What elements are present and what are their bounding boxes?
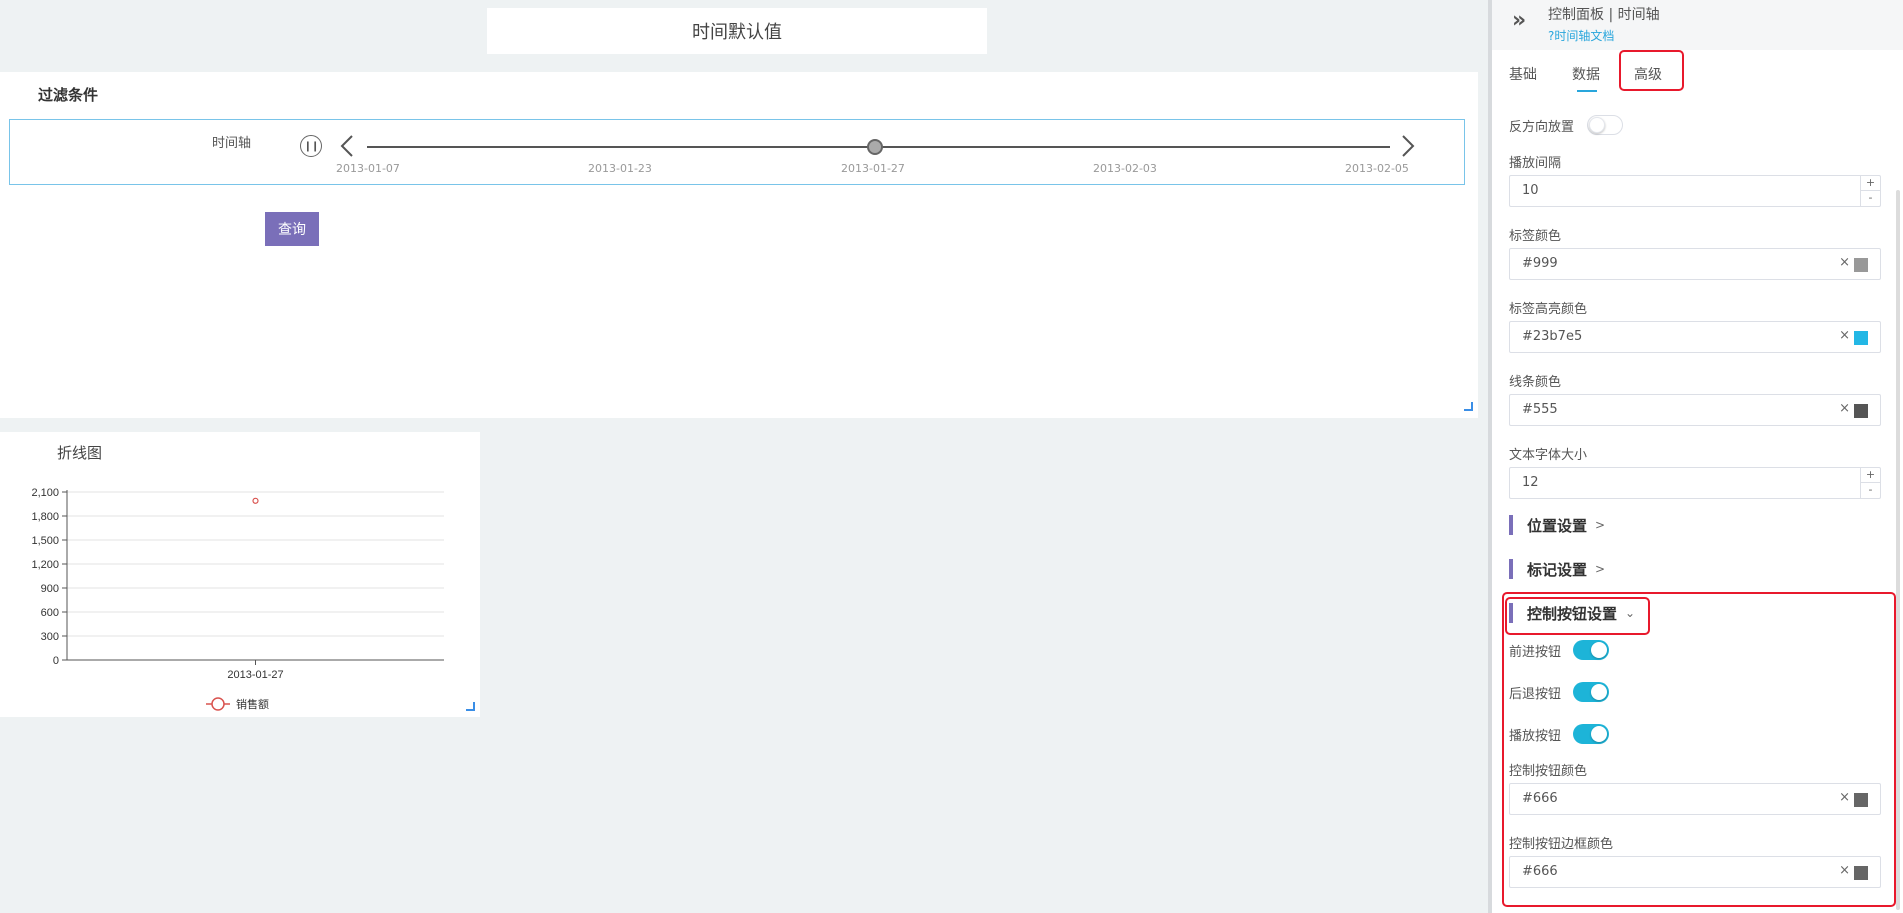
- section-marker[interactable]: 标记设置 >: [1509, 559, 1605, 579]
- section-marker-label: 标记设置: [1527, 560, 1588, 579]
- title-text: 时间默认值: [692, 22, 782, 43]
- y-tick-label: 600: [41, 607, 59, 619]
- scrollbar[interactable]: [1896, 190, 1900, 910]
- decrement-button[interactable]: -: [1861, 191, 1880, 206]
- x-tick-label: 2013-01-27: [227, 669, 283, 681]
- chevron-right-icon: >: [1595, 518, 1606, 532]
- button-border-color-label: 控制按钮边框颜色: [1509, 837, 1614, 852]
- line-color-field[interactable]: #555 ×: [1509, 394, 1881, 426]
- line-color-value: #555: [1522, 402, 1558, 417]
- line-chart: 0 300 600 900 1,200 1,500 1,800 2,100 2013-01-27…: [31, 487, 444, 711]
- timeline-label: 时间轴: [212, 136, 252, 151]
- color-swatch[interactable]: [1854, 404, 1868, 418]
- tab-basic[interactable]: 基础: [1509, 64, 1537, 84]
- double-chevron-right-icon[interactable]: ››: [1512, 8, 1526, 33]
- resize-handle[interactable]: [1464, 402, 1473, 411]
- clear-icon[interactable]: ×: [1839, 863, 1850, 878]
- filter-panel[interactable]: 过滤条件 时间轴 ❙❙ 2013-01-07 2013-01-23 2013-0…: [0, 72, 1478, 418]
- color-swatch[interactable]: [1854, 258, 1868, 272]
- filter-title: 过滤条件: [38, 86, 99, 104]
- section-position[interactable]: 位置设置 >: [1509, 515, 1605, 535]
- y-tick-label: 1,200: [31, 559, 59, 571]
- backward-button-label: 后退按钮: [1509, 687, 1562, 702]
- font-size-stepper[interactable]: 12 + -: [1509, 467, 1881, 499]
- control-panel: ›› 控制面板 | 时间轴 ?时间轴文档 基础 数据 高级 反方向放置 播放间隔…: [1492, 0, 1903, 913]
- color-swatch[interactable]: [1854, 866, 1868, 880]
- button-color-value: #666: [1522, 791, 1558, 806]
- increment-button[interactable]: +: [1861, 468, 1880, 483]
- interval-stepper[interactable]: 10 + -: [1509, 175, 1881, 207]
- play-button-toggle[interactable]: [1573, 724, 1609, 744]
- y-tick-label: 0: [53, 655, 59, 667]
- control-panel-title: 控制面板 | 时间轴: [1548, 7, 1660, 23]
- control-panel-header: ›› 控制面板 | 时间轴 ?时间轴文档: [1492, 0, 1903, 50]
- tab-data[interactable]: 数据: [1572, 64, 1600, 84]
- highlight-color-value: #23b7e5: [1522, 329, 1583, 344]
- button-color-field[interactable]: #666 ×: [1509, 783, 1881, 815]
- button-color-label: 控制按钮颜色: [1509, 764, 1588, 779]
- panel-tabs: 基础 数据 高级: [1492, 56, 1903, 92]
- color-swatch[interactable]: [1854, 793, 1868, 807]
- forward-button-label: 前进按钮: [1509, 645, 1562, 660]
- resize-handle[interactable]: [466, 702, 475, 711]
- legend-label: 销售额: [236, 697, 269, 711]
- y-tick-label: 1,800: [31, 511, 59, 523]
- y-tick-label: 1,500: [31, 535, 59, 547]
- clear-icon[interactable]: ×: [1839, 401, 1850, 416]
- timeline-current-marker[interactable]: [867, 139, 883, 155]
- y-tick-label: 900: [41, 583, 59, 595]
- interval-label: 播放间隔: [1509, 156, 1562, 171]
- reverse-label: 反方向放置: [1509, 120, 1575, 135]
- clear-icon[interactable]: ×: [1839, 328, 1850, 343]
- clear-icon[interactable]: ×: [1839, 790, 1850, 805]
- highlight-color-label: 标签高亮颜色: [1509, 302, 1588, 317]
- button-border-color-value: #666: [1522, 864, 1558, 879]
- increment-button[interactable]: +: [1861, 176, 1880, 191]
- label-color-value: #999: [1522, 256, 1558, 271]
- title-component[interactable]: 时间默认值: [487, 8, 987, 54]
- button-border-color-field[interactable]: #666 ×: [1509, 856, 1881, 888]
- clear-icon[interactable]: ×: [1839, 255, 1850, 270]
- query-button[interactable]: 查询: [265, 212, 319, 246]
- data-point: [252, 497, 259, 504]
- y-tick-label: 2,100: [31, 487, 59, 499]
- line-color-label: 线条颜色: [1509, 375, 1562, 390]
- timeline-tick[interactable]: 2013-01-23: [588, 162, 652, 175]
- y-tick-label: 300: [41, 631, 59, 643]
- tab-indicator: [1577, 90, 1597, 92]
- timeline-tick[interactable]: 2013-02-05: [1345, 162, 1409, 175]
- font-size-value: 12: [1522, 475, 1539, 490]
- chevron-right-icon[interactable]: [1398, 132, 1418, 160]
- chevron-left-icon[interactable]: [337, 132, 357, 160]
- color-swatch[interactable]: [1854, 331, 1868, 345]
- interval-value: 10: [1522, 183, 1539, 198]
- timeline-component[interactable]: 时间轴 ❙❙ 2013-01-07 2013-01-23 2013-01-27 …: [9, 119, 1465, 185]
- play-button-label: 播放按钮: [1509, 729, 1562, 744]
- timeline-tick[interactable]: 2013-01-07: [336, 162, 400, 175]
- section-position-label: 位置设置: [1527, 516, 1588, 535]
- highlight-color-field[interactable]: #23b7e5 ×: [1509, 321, 1881, 353]
- chevron-right-icon: >: [1595, 562, 1606, 576]
- timeline-tick[interactable]: 2013-01-27: [841, 162, 905, 175]
- label-color-field[interactable]: #999 ×: [1509, 248, 1881, 280]
- font-size-label: 文本字体大小: [1509, 448, 1588, 463]
- highlight-box-tab: [1619, 50, 1684, 91]
- label-color-label: 标签颜色: [1509, 229, 1562, 244]
- reverse-toggle[interactable]: [1587, 115, 1623, 135]
- decrement-button[interactable]: -: [1861, 483, 1880, 498]
- pause-icon[interactable]: ❙❙: [300, 135, 322, 157]
- backward-button-toggle[interactable]: [1573, 682, 1609, 702]
- legend-marker: [211, 697, 225, 711]
- timeline-tick[interactable]: 2013-02-03: [1093, 162, 1157, 175]
- line-chart-panel[interactable]: 折线图 0 300 600 900 1,200 1,500 1,800 2,100 2013-0…: [0, 432, 480, 717]
- timeline-doc-link[interactable]: ?时间轴文档: [1548, 27, 1614, 44]
- forward-button-toggle[interactable]: [1573, 640, 1609, 660]
